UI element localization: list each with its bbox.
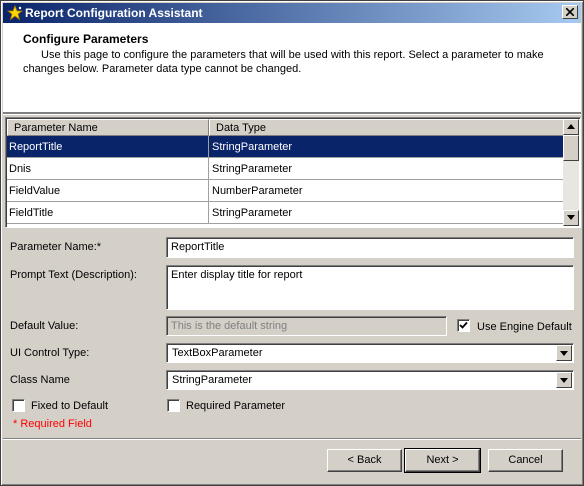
- prompt-text-label: Prompt Text (Description):: [10, 269, 137, 281]
- fixed-to-default-label[interactable]: Fixed to Default: [31, 400, 108, 412]
- ui-control-type-value: TextBoxParameter: [172, 347, 263, 359]
- data-type-cell[interactable]: StringParameter: [209, 136, 565, 158]
- chevron-down-icon[interactable]: [556, 372, 572, 388]
- page-header: Configure Parameters Use this page to co…: [3, 23, 581, 113]
- close-icon[interactable]: [562, 5, 578, 19]
- back-button[interactable]: < Back: [327, 449, 402, 472]
- data-type-cell[interactable]: StringParameter: [209, 202, 565, 224]
- page-description: Use this page to configure the parameter…: [23, 49, 544, 75]
- column-header-data-type[interactable]: Data Type: [209, 119, 565, 136]
- required-parameter-label[interactable]: Required Parameter: [186, 400, 285, 412]
- column-header-parameter-name[interactable]: Parameter Name: [7, 119, 209, 136]
- scroll-down-icon[interactable]: [563, 210, 579, 226]
- grid-scrollbar[interactable]: [563, 119, 579, 226]
- scroll-up-icon[interactable]: [563, 119, 579, 135]
- wizard-star-icon: [6, 4, 24, 21]
- parameter-name-cell[interactable]: Dnis: [7, 158, 209, 180]
- required-parameter-checkbox[interactable]: [167, 399, 180, 412]
- header-divider: [3, 113, 581, 115]
- grid-body: ReportTitle StringParameter Dnis StringP…: [7, 136, 565, 224]
- required-field-note: * Required Field: [13, 418, 92, 430]
- parameter-name-cell[interactable]: FieldValue: [7, 180, 209, 202]
- footer-divider: [3, 438, 581, 440]
- cancel-button[interactable]: Cancel: [488, 449, 563, 472]
- use-engine-default-label[interactable]: Use Engine Default: [477, 321, 572, 333]
- prompt-text-field[interactable]: Enter display title for report: [166, 265, 574, 310]
- table-row[interactable]: Dnis StringParameter: [7, 158, 565, 180]
- grid-header: Parameter Name Data Type: [7, 119, 565, 136]
- parameter-grid[interactable]: Parameter Name Data Type ReportTitle Str…: [5, 117, 581, 228]
- page-title: Configure Parameters: [23, 32, 149, 46]
- use-engine-default-checkbox[interactable]: [457, 319, 470, 332]
- chevron-down-icon[interactable]: [556, 345, 572, 361]
- parameter-name-field[interactable]: ReportTitle: [166, 237, 574, 258]
- table-row[interactable]: FieldValue NumberParameter: [7, 180, 565, 202]
- window-title: Report Configuration Assistant: [25, 6, 203, 20]
- data-type-cell[interactable]: StringParameter: [209, 158, 565, 180]
- title-bar[interactable]: Report Configuration Assistant: [3, 3, 581, 23]
- ui-control-type-label: UI Control Type:: [10, 347, 90, 359]
- class-name-label: Class Name: [10, 374, 70, 386]
- class-name-value: StringParameter: [172, 374, 253, 386]
- fixed-to-default-checkbox[interactable]: [12, 399, 25, 412]
- default-value-field: This is the default string: [166, 316, 447, 336]
- parameter-name-label: Parameter Name:*: [10, 241, 102, 253]
- table-row[interactable]: ReportTitle StringParameter: [7, 136, 565, 158]
- next-button[interactable]: Next >: [404, 448, 481, 473]
- scroll-thumb[interactable]: [563, 135, 579, 161]
- default-value-label: Default Value:: [10, 320, 79, 332]
- parameter-name-cell[interactable]: ReportTitle: [7, 136, 209, 158]
- parameter-name-cell[interactable]: FieldTitle: [7, 202, 209, 224]
- class-name-select[interactable]: StringParameter: [166, 370, 574, 390]
- data-type-cell[interactable]: NumberParameter: [209, 180, 565, 202]
- table-row[interactable]: FieldTitle StringParameter: [7, 202, 565, 224]
- ui-control-type-select[interactable]: TextBoxParameter: [166, 343, 574, 363]
- report-configuration-dialog: Report Configuration Assistant Configure…: [0, 0, 584, 486]
